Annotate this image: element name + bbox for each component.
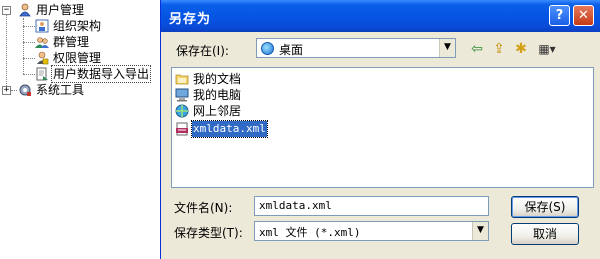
tree-connector: [23, 26, 35, 27]
tree-connector: [23, 58, 35, 59]
file-name: 我的文档: [193, 72, 242, 86]
file-list[interactable]: 我的文档 我的电脑 网上邻居 xmldata.xml: [171, 67, 594, 188]
tree-node-label: 用户管理: [36, 3, 85, 17]
new-folder-icon[interactable]: ✱: [513, 40, 529, 58]
filetype-value: xml 文件 (*.xml): [259, 226, 361, 239]
save-as-dialog: 另存为 ? ✕ 保存在(I): 桌面 ▼ ⇦ ⇪ ✱ ▦▾ 我的文档 我的电脑 …: [160, 0, 600, 259]
dropdown-arrow-icon[interactable]: ▼: [439, 39, 455, 57]
dialog-titlebar[interactable]: 另存为 ? ✕: [161, 0, 600, 32]
save-in-value: 桌面: [279, 43, 304, 57]
tree-node-group-management[interactable]: 群管理: [35, 34, 90, 50]
save-in-label: 保存在(I):: [176, 44, 229, 58]
tree-node-label: 群管理: [53, 35, 90, 49]
tree-connector: [23, 74, 35, 75]
tree-node-label: 权限管理: [53, 51, 102, 65]
tree-node-permission-management[interactable]: 权限管理: [35, 50, 102, 66]
folder-icon: [175, 72, 189, 86]
permission-icon: [35, 51, 49, 65]
tree-connector: [11, 90, 17, 91]
list-item[interactable]: 我的电脑: [175, 87, 242, 103]
list-item[interactable]: xmldata.xml: [175, 120, 268, 138]
tree-node-user-data-import-export[interactable]: 用户数据导入导出: [35, 65, 152, 83]
dropdown-arrow-icon[interactable]: ▼: [472, 222, 488, 240]
list-item[interactable]: 网上邻居: [175, 103, 242, 119]
cancel-button[interactable]: 取消: [511, 223, 579, 245]
org-chart-icon: [35, 19, 49, 33]
tree-node-org-structure[interactable]: 组织架构: [35, 18, 102, 34]
tree-node-label: 系统工具: [36, 83, 85, 97]
back-icon[interactable]: ⇦: [469, 40, 485, 58]
help-button[interactable]: ?: [549, 5, 570, 26]
group-icon: [35, 35, 49, 49]
expand-toggle[interactable]: +: [2, 86, 11, 95]
computer-icon: [175, 88, 189, 102]
collapse-toggle[interactable]: −: [2, 6, 11, 15]
navigation-tree: − 用户管理 组织架构 群管理 权限管理 用户数据导入导出 + 系统工具: [0, 0, 160, 259]
desktop-icon: [261, 42, 274, 55]
tree-node-system-tools[interactable]: 系统工具: [18, 82, 85, 98]
up-folder-icon[interactable]: ⇪: [491, 40, 507, 58]
filetype-label: 保存类型(T):: [174, 226, 243, 240]
tree-node-label: 组织架构: [53, 19, 102, 33]
filename-input[interactable]: xmldata.xml: [254, 196, 489, 216]
users-icon: [18, 3, 32, 17]
file-name: 我的电脑: [193, 88, 242, 102]
tools-icon: [18, 83, 32, 97]
tree-connector: [6, 12, 7, 90]
tree-node-user-management[interactable]: 用户管理: [18, 2, 85, 18]
network-icon: [175, 104, 189, 118]
close-button[interactable]: ✕: [573, 5, 594, 26]
list-item[interactable]: 我的文档: [175, 71, 242, 87]
import-export-icon: [35, 67, 49, 81]
filename-label: 文件名(N):: [174, 201, 233, 215]
filetype-dropdown[interactable]: xml 文件 (*.xml) ▼: [254, 221, 489, 241]
file-name: 网上邻居: [193, 104, 242, 118]
save-in-dropdown[interactable]: 桌面 ▼: [256, 38, 456, 58]
view-menu-icon[interactable]: ▦▾: [534, 40, 560, 58]
tree-connector: [23, 42, 35, 43]
dialog-title: 另存为: [169, 12, 212, 27]
tree-node-label: 用户数据导入导出: [50, 65, 152, 83]
save-button[interactable]: 保存(S): [511, 196, 579, 218]
xml-file-icon: [175, 122, 189, 136]
file-name: xmldata.xml: [191, 120, 268, 138]
